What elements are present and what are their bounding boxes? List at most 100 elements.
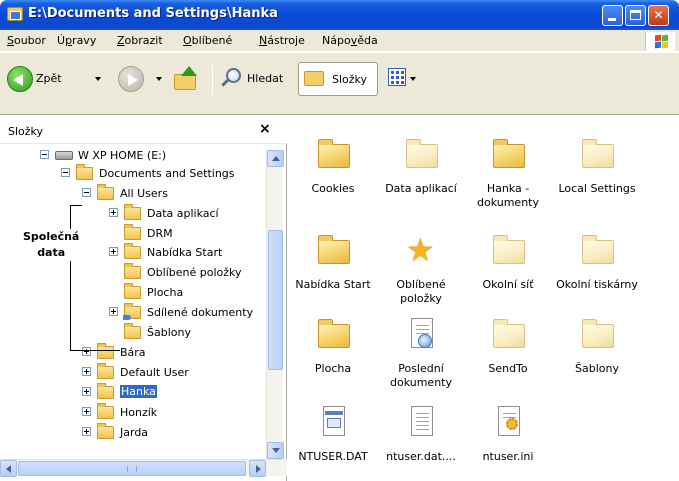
collapse-icon[interactable] [40,150,49,159]
expand-icon[interactable] [82,347,91,356]
tree-item-jarda[interactable]: Jarda [0,423,266,442]
menu-zobrazit[interactable]: Zobrazit [117,34,163,47]
expand-icon[interactable] [82,427,91,436]
up-folder-icon [174,74,196,90]
windows-logo-icon [645,32,675,51]
tree-item-label: Oblíbené položky [147,266,242,279]
file-item-cookies[interactable]: Cookies [290,124,376,214]
menu-napoveda[interactable]: Nápověda [322,34,378,47]
file-item-sendto[interactable]: SendTo [465,304,551,394]
expand-icon[interactable] [109,307,118,316]
file-item-okolni-tiskarny[interactable]: Okolní tiskárny [554,220,640,310]
file-item-local-settings[interactable]: Local Settings [554,124,640,214]
horizontal-scroll-thumb[interactable] [18,461,246,476]
menu-oblibene[interactable]: Oblíbené [183,34,232,47]
scroll-right-button[interactable] [249,460,266,477]
tree-item-default-user[interactable]: Default User [0,363,266,382]
file-item-ntuser-ini[interactable]: ntuser.ini [465,392,551,481]
annotation-bracket [70,205,71,350]
up-folder-button[interactable] [173,66,199,92]
tree-item-label: DRM [147,227,173,240]
annotation-bracket-top [70,205,82,206]
tree-item-all-users[interactable]: All Users [0,184,266,203]
vertical-scroll-thumb[interactable] [268,230,283,370]
file-item-data-aplikaci[interactable]: Data aplikací [378,124,464,214]
tree-item-plocha[interactable]: Plocha [0,283,266,302]
expand-icon[interactable] [82,367,91,376]
tree-item-w-xp-home-e[interactable]: W XP HOME (E:) [0,146,266,165]
expand-icon[interactable] [82,407,91,416]
folder-icon [582,234,614,266]
menu-soubor[interactable]: Soubor [7,34,46,47]
folder-icon [76,164,93,180]
tree-item-sablony[interactable]: Šablony [0,323,266,342]
folder-icon [318,318,350,350]
expand-icon[interactable] [109,208,118,217]
tree-item-label: Data aplikací [147,207,219,220]
views-dropdown[interactable] [410,77,416,81]
views-button[interactable] [388,68,406,86]
minimize-button[interactable] [602,5,623,26]
folder-window-icon [7,7,23,21]
favorites-star-icon: ★ [406,231,435,269]
share-hand-icon [123,315,131,320]
collapse-icon[interactable] [61,168,70,177]
folder-icon [406,138,438,170]
folder-icon [318,138,350,170]
tree-item-sdilene-dokumenty[interactable]: Sdílené dokumenty [0,303,266,322]
scroll-up-button[interactable] [267,150,284,167]
file-item-oblibene-polozky[interactable]: ★ Oblíbené položky [378,220,464,310]
search-button[interactable]: Hledat [247,72,283,85]
folders-pane-header: Složky × [0,116,287,144]
close-folders-pane-button[interactable]: × [259,121,271,137]
forward-history-dropdown[interactable] [156,77,162,81]
menu-nastroje[interactable]: Nástroje [259,34,305,47]
file-item-okolni-sit[interactable]: Okolní síť [465,220,551,310]
text-file-icon [406,406,438,438]
folder-icon [493,138,525,170]
tree-item-documents-and-settings[interactable]: Documents and Settings [0,164,266,183]
file-item-ntuser-dat[interactable]: ntuser.dat.... [378,392,464,481]
tree-item-hanka[interactable]: Hanka [0,383,266,402]
folder-icon [582,318,614,350]
up-chevron-icon [272,156,280,161]
scroll-left-button[interactable] [0,460,17,477]
back-label[interactable]: Zpět [36,72,62,85]
file-item-plocha[interactable]: Plocha [290,304,376,394]
tree-item-bara[interactable]: Bára [0,343,266,362]
maximize-button[interactable] [625,5,646,26]
collapse-icon[interactable] [82,188,91,197]
toolbar-separator [212,65,213,95]
title-bar[interactable]: E:\Documents and Settings\Hanka ✕ [0,0,679,30]
scroll-down-button[interactable] [267,442,284,459]
forward-button[interactable] [118,66,144,92]
file-item-posledni-dokumenty[interactable]: Poslední dokumenty [378,304,464,394]
search-icon[interactable] [221,67,243,89]
expand-icon[interactable] [109,247,118,256]
tree-item-honzik[interactable]: Honzík [0,403,266,422]
folder-icon [97,184,114,200]
tree-vertical-scrollbar[interactable] [266,150,284,459]
back-history-dropdown[interactable] [95,77,101,81]
tree-item-oblibene-polozky[interactable]: Oblíbené položky [0,263,266,282]
minimize-icon [608,18,616,21]
tree-item-label: Nabídka Start [147,246,223,259]
left-chevron-icon [6,465,11,473]
folder-icon [493,318,525,350]
folders-pane-title: Složky [8,125,44,138]
menu-upravy[interactable]: Úpravy [57,34,96,47]
tree-item-data-aplikaci[interactable]: Data aplikací [0,204,266,223]
file-item-sablony[interactable]: Šablony [554,304,640,394]
annotation-label: Společná data [23,229,80,261]
folders-button[interactable]: Složky [298,62,378,96]
ini-file-icon [493,406,525,438]
close-button[interactable]: ✕ [648,5,669,26]
file-item-label: Oblíbené položky [396,278,446,305]
expand-icon[interactable] [82,387,91,396]
file-item-hanka-dokumenty[interactable]: Hanka - dokumenty [465,124,551,214]
file-item-label: Hanka - dokumenty [477,182,539,209]
back-button[interactable] [7,66,33,92]
file-item-nabidka-start[interactable]: Nabídka Start [290,220,376,310]
tree-horizontal-scrollbar[interactable] [0,459,287,477]
file-item-ntuser-dat[interactable]: NTUSER.DAT [290,392,376,481]
